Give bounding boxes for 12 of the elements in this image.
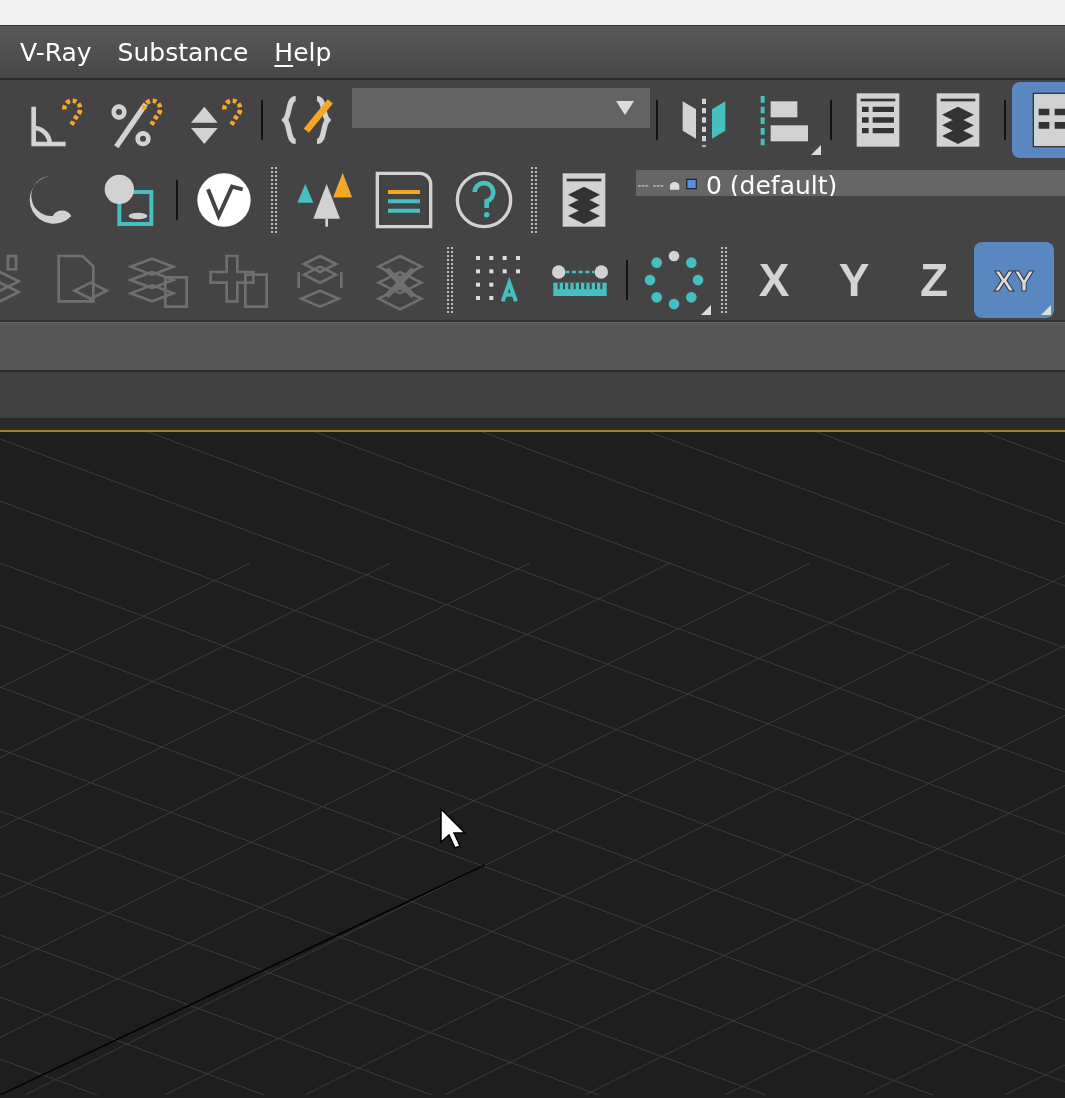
axis-constraint-button[interactable]: X	[734, 242, 814, 318]
menu-item[interactable]: V-Ray	[20, 39, 92, 65]
axis-constraint-button[interactable]: Y	[814, 242, 894, 318]
toolbar-grip[interactable]	[720, 246, 728, 314]
menu-item[interactable]: Help	[274, 39, 332, 65]
toolbar-grip[interactable]	[270, 166, 278, 234]
axis-constraint-button[interactable]: Z	[894, 242, 974, 318]
toolbar-grip[interactable]	[530, 166, 538, 234]
menu-item[interactable]: Substance	[117, 39, 249, 65]
toolbar-grip[interactable]	[446, 246, 454, 314]
dot-ring-icon	[642, 248, 706, 312]
flyout-corner-icon	[811, 145, 821, 155]
